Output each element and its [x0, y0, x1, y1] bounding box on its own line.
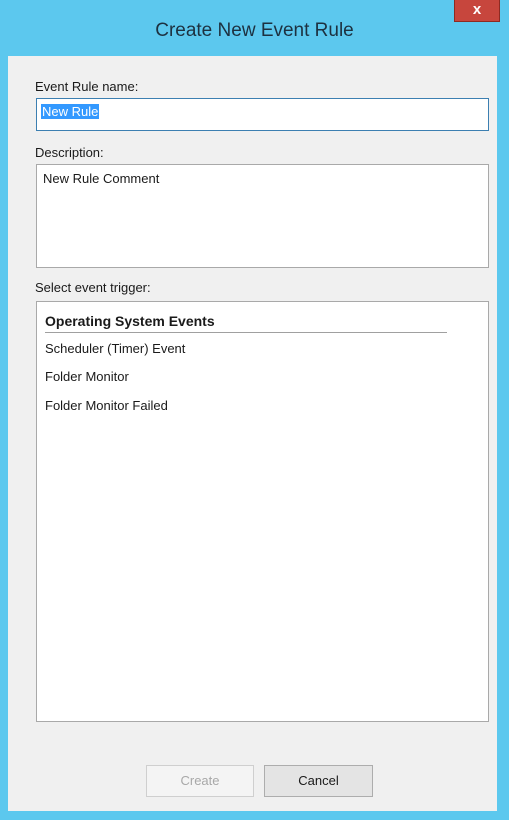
dialog-window: Create New Event Rule x Event Rule name:… — [0, 0, 509, 820]
event-trigger-label: Select event trigger: — [35, 280, 151, 295]
trigger-item-folder-monitor[interactable]: Folder Monitor — [45, 369, 129, 384]
title-bar[interactable]: Create New Event Rule x — [0, 0, 509, 56]
cancel-button[interactable]: Cancel — [264, 765, 373, 797]
close-icon: x — [472, 1, 482, 18]
event-rule-name-label: Event Rule name: — [35, 79, 139, 94]
trigger-item-scheduler[interactable]: Scheduler (Timer) Event — [45, 341, 185, 356]
dialog-title: Create New Event Rule — [155, 20, 354, 41]
description-value: New Rule Comment — [43, 171, 160, 186]
create-button[interactable]: Create — [146, 765, 254, 797]
dialog-body: Event Rule name: New Rule Description: N… — [8, 56, 497, 811]
event-trigger-list[interactable]: Operating System Events Scheduler (Timer… — [36, 301, 489, 722]
event-rule-name-value: New Rule — [41, 104, 100, 119]
close-button[interactable]: x — [454, 0, 500, 22]
description-label: Description: — [35, 145, 104, 160]
trigger-item-folder-monitor-failed[interactable]: Folder Monitor Failed — [45, 398, 168, 413]
description-field[interactable]: New Rule Comment — [36, 164, 489, 268]
trigger-group-header: Operating System Events — [45, 313, 447, 333]
event-rule-name-field[interactable]: New Rule — [36, 98, 489, 131]
